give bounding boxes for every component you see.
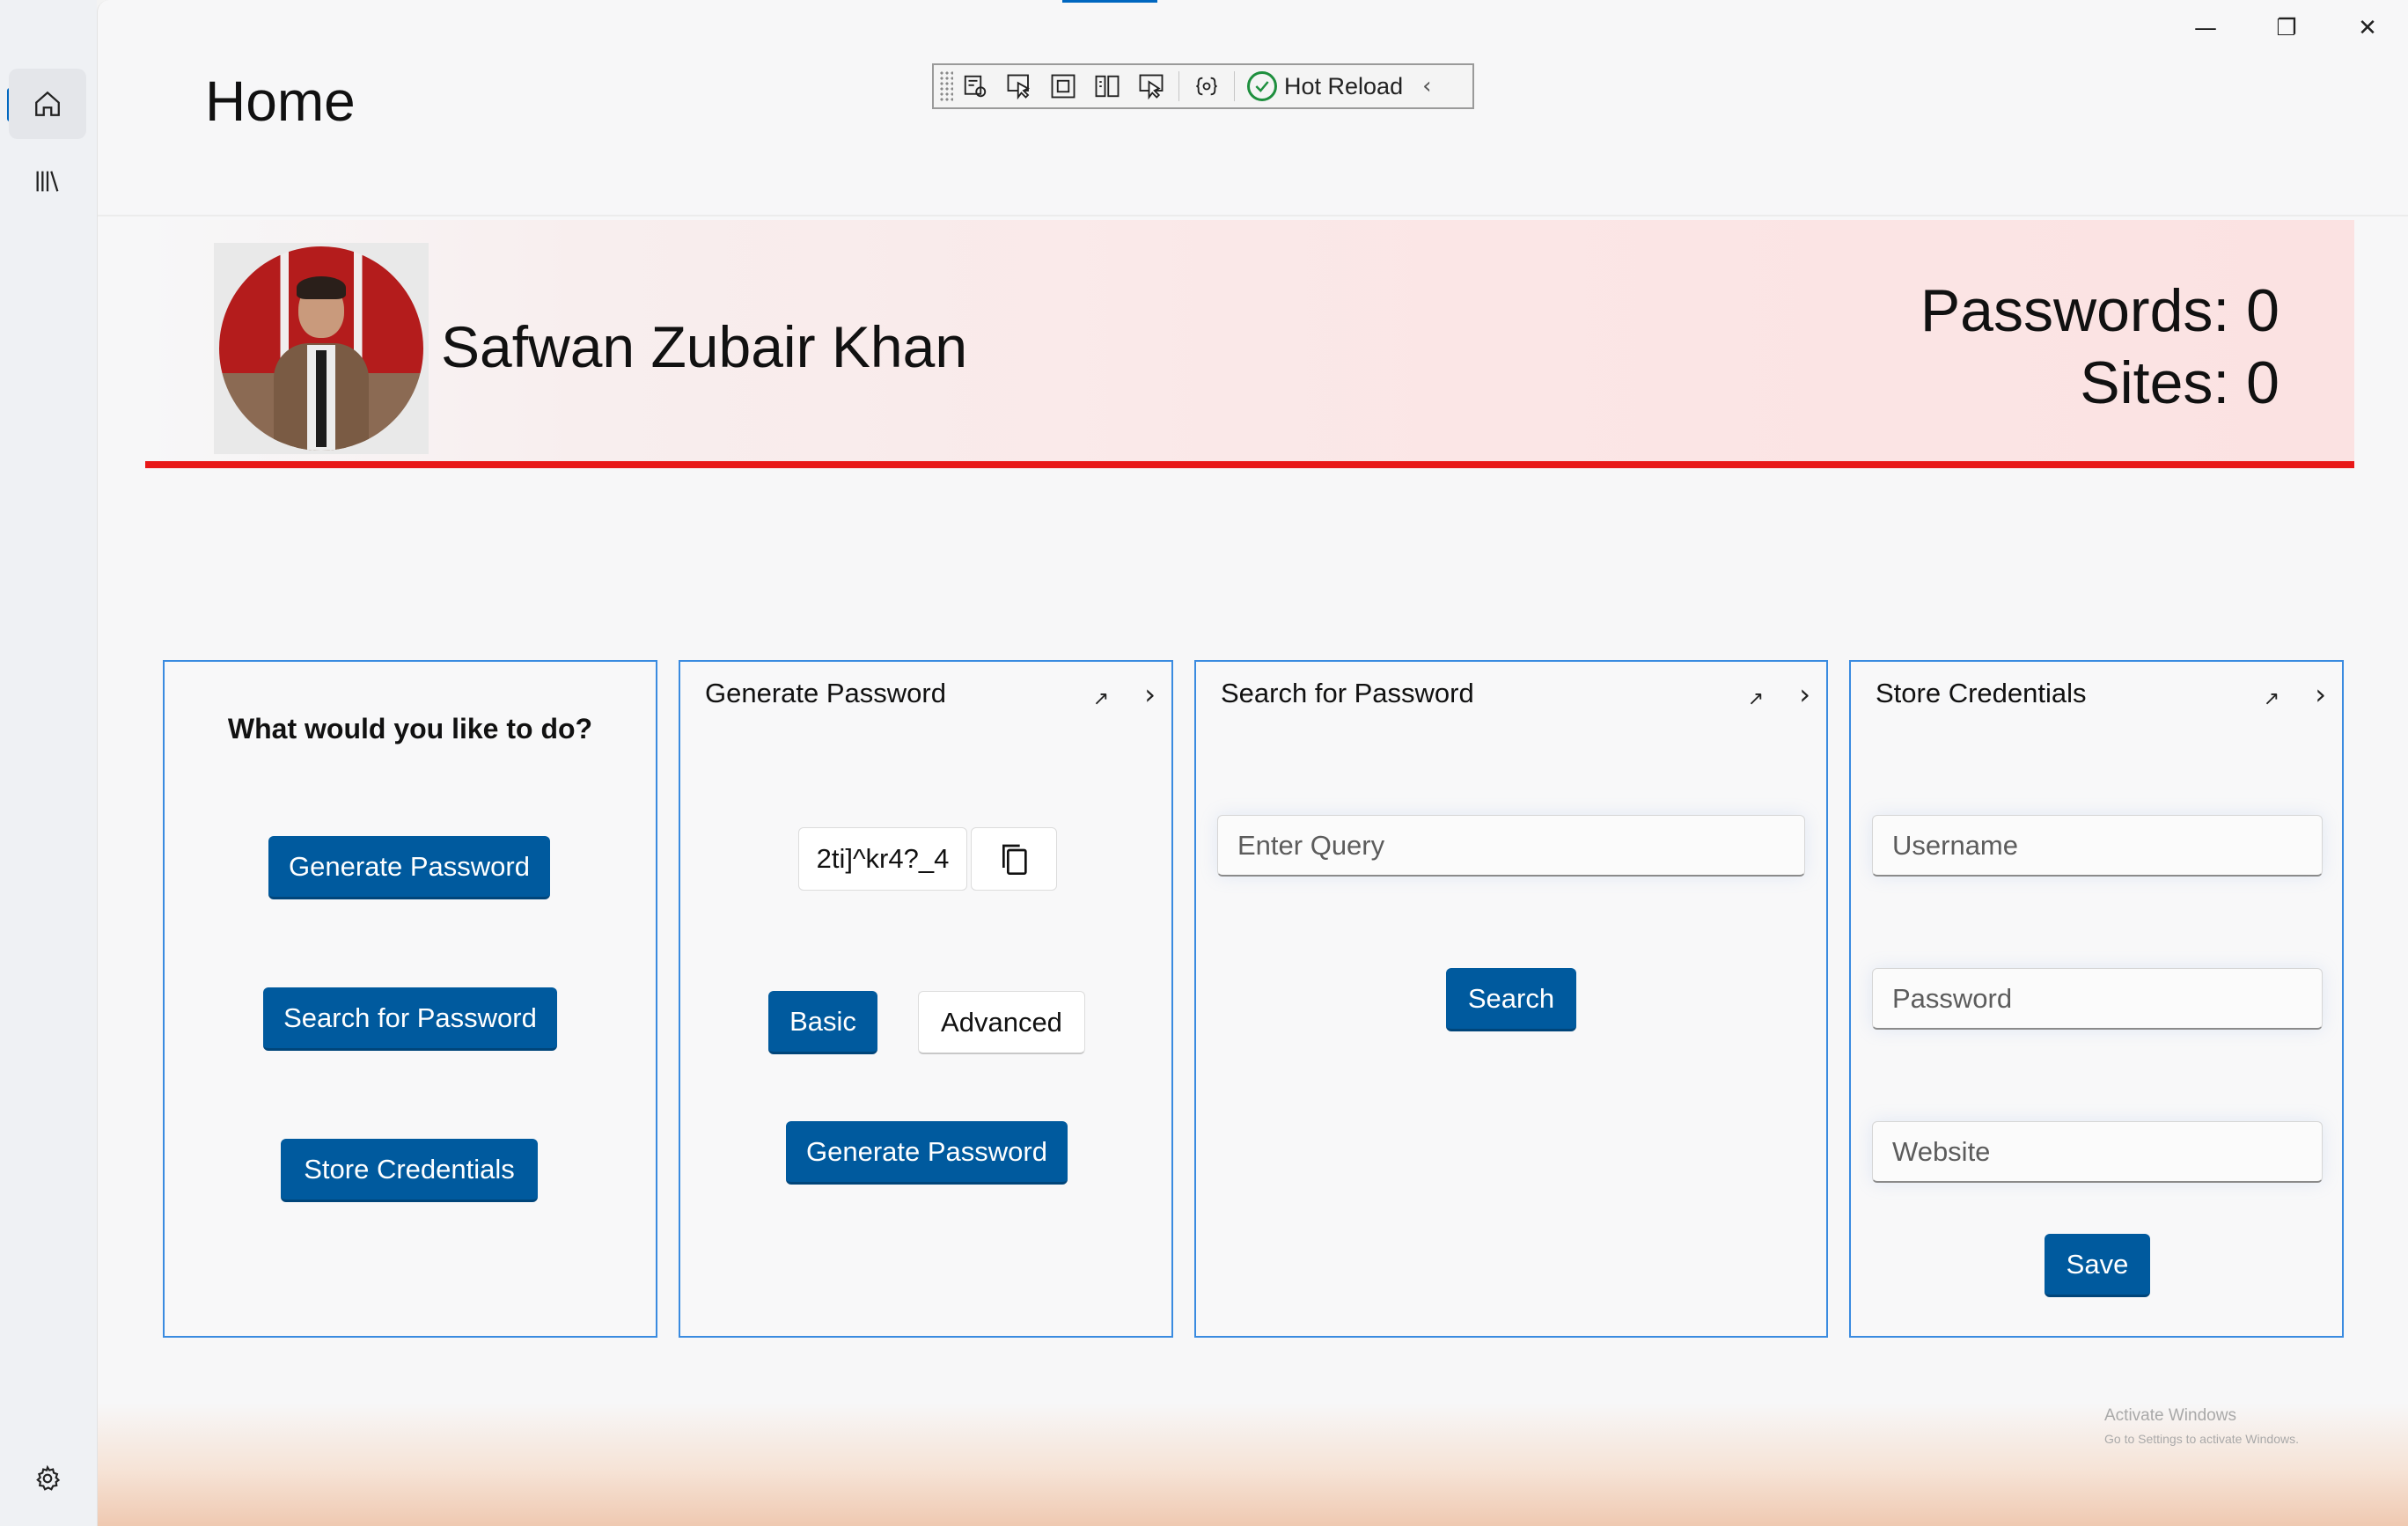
select-element-button[interactable] bbox=[997, 67, 1041, 106]
binding-failures-button[interactable] bbox=[1185, 67, 1229, 106]
nav-item-settings[interactable] bbox=[9, 1443, 86, 1514]
expand-icon[interactable]: ↗ bbox=[1093, 688, 1109, 710]
library-icon bbox=[36, 171, 59, 192]
expand-icon[interactable]: ↗ bbox=[1748, 688, 1764, 710]
restore-button[interactable]: ❐ bbox=[2246, 0, 2327, 56]
actions-card: What would you like to do? Generate Pass… bbox=[163, 660, 657, 1338]
card-title: Store Credentials bbox=[1876, 678, 2087, 708]
hot-reload-status-icon bbox=[1247, 71, 1277, 101]
watermark-title: Activate Windows bbox=[2104, 1406, 2236, 1425]
display-select-icon bbox=[1139, 74, 1164, 99]
save-button[interactable]: Save bbox=[2045, 1234, 2150, 1297]
profile-underline bbox=[145, 461, 2354, 468]
avatar bbox=[219, 246, 423, 451]
search-query-input[interactable]: Enter Query bbox=[1217, 815, 1805, 877]
watermark-subtitle: Go to Settings to activate Windows. bbox=[2104, 1432, 2299, 1446]
page-title: Home bbox=[205, 70, 356, 133]
copy-button[interactable] bbox=[971, 827, 1057, 891]
generate-password-nav-button[interactable]: Generate Password bbox=[268, 836, 550, 899]
toolbar-grip[interactable] bbox=[939, 70, 953, 102]
minimize-button[interactable]: — bbox=[2165, 0, 2246, 56]
profile-name: Safwan Zubair Khan bbox=[441, 314, 968, 379]
nav-rail bbox=[0, 0, 97, 1526]
window-caption-buttons: — ❐ ✕ bbox=[2165, 0, 2408, 56]
live-visual-tree-button[interactable] bbox=[953, 67, 997, 106]
cursor-select-icon bbox=[1007, 74, 1031, 99]
card-actions: ↗ › bbox=[2264, 678, 2326, 711]
header-divider bbox=[98, 215, 2408, 216]
avatar-hair bbox=[297, 276, 346, 299]
live-tree-icon bbox=[964, 75, 987, 98]
generate-password-card: Generate Password ↗ › 2ti]^kr4?_4 Basic … bbox=[679, 660, 1173, 1338]
username-input[interactable]: Username bbox=[1872, 815, 2323, 877]
layout-adorners-button[interactable] bbox=[1041, 67, 1085, 106]
generated-password-field[interactable]: 2ti]^kr4?_4 bbox=[798, 827, 967, 891]
card-actions: ↗ › bbox=[1093, 678, 1156, 711]
main-content: Home — ❐ ✕ Hot Reload ‹ Safwan Zubair Kh… bbox=[97, 0, 2408, 1526]
basic-mode-button[interactable]: Basic bbox=[768, 991, 877, 1054]
hot-reload-label[interactable]: Hot Reload bbox=[1284, 73, 1403, 100]
chevron-right-icon[interactable]: › bbox=[2315, 678, 2326, 711]
actions-question: What would you like to do? bbox=[227, 713, 593, 745]
home-icon bbox=[35, 91, 60, 116]
expand-icon[interactable]: ↗ bbox=[2264, 688, 2280, 710]
password-input[interactable]: Password bbox=[1872, 968, 2323, 1030]
card-header: Search for Password bbox=[1196, 662, 1826, 725]
collapse-toolbar-icon[interactable]: ‹ bbox=[1422, 73, 1431, 99]
settings-icon bbox=[36, 1464, 61, 1491]
profile-stats: Passwords: 0 Sites: 0 bbox=[1920, 275, 2280, 419]
toolbar-divider bbox=[1178, 71, 1179, 101]
close-button[interactable]: ✕ bbox=[2327, 0, 2408, 56]
search-password-nav-button[interactable]: Search for Password bbox=[263, 987, 557, 1051]
card-title: Generate Password bbox=[705, 678, 946, 708]
search-password-card: Search for Password ↗ › Enter Query Sear… bbox=[1194, 660, 1828, 1338]
adorner-icon bbox=[1051, 74, 1076, 99]
track-focus-button[interactable] bbox=[1085, 67, 1129, 106]
toolbar-divider bbox=[1234, 71, 1235, 101]
copy-icon bbox=[1002, 844, 1027, 875]
card-actions: ↗ › bbox=[1748, 678, 1810, 711]
title-bar-accent bbox=[1062, 0, 1157, 3]
nav-item-library[interactable] bbox=[9, 146, 86, 216]
card-title: Search for Password bbox=[1221, 678, 1474, 708]
chevron-right-icon[interactable]: › bbox=[1144, 678, 1156, 711]
store-credentials-nav-button[interactable]: Store Credentials bbox=[281, 1139, 538, 1202]
track-focus-icon bbox=[1095, 75, 1120, 98]
generate-password-button[interactable]: Generate Password bbox=[786, 1121, 1068, 1185]
search-button[interactable]: Search bbox=[1446, 968, 1576, 1031]
display-layout-button[interactable] bbox=[1129, 67, 1173, 106]
store-credentials-card: Store Credentials ↗ › Username Password … bbox=[1849, 660, 2344, 1338]
background-glow bbox=[98, 1403, 2408, 1526]
website-input[interactable]: Website bbox=[1872, 1121, 2323, 1183]
activation-watermark: Activate Windows Go to Settings to activ… bbox=[2104, 1405, 2299, 1450]
advanced-mode-button[interactable]: Advanced bbox=[918, 991, 1085, 1054]
chevron-right-icon[interactable]: › bbox=[1799, 678, 1810, 711]
nav-item-home[interactable] bbox=[9, 69, 86, 139]
avatar-tie bbox=[316, 350, 327, 447]
debug-toolbar: Hot Reload ‹ bbox=[932, 63, 1474, 109]
passwords-count: Passwords: 0 bbox=[1920, 277, 2280, 344]
binding-icon bbox=[1196, 77, 1217, 96]
sites-count: Sites: 0 bbox=[2080, 349, 2280, 416]
